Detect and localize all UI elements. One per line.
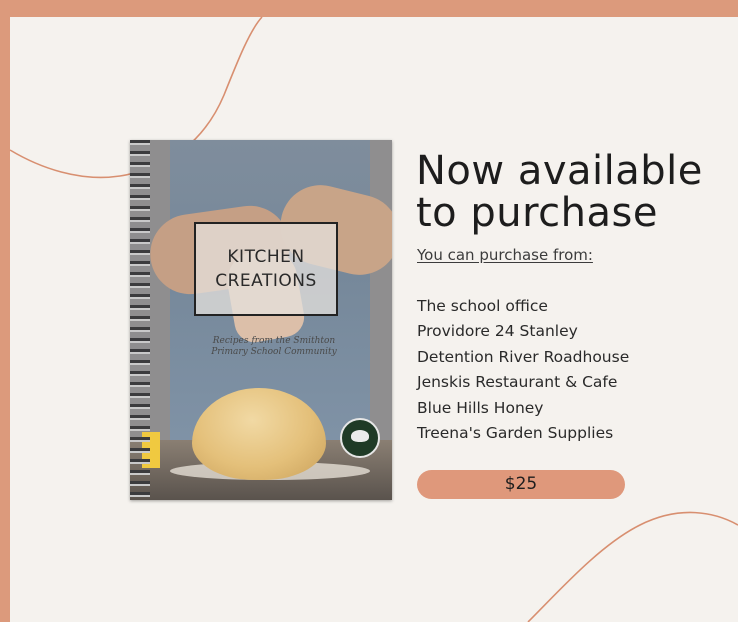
book-title-line2: CREATIONS (215, 271, 317, 291)
store-list: The school office Providore 24 Stanley D… (417, 294, 629, 446)
store-item: The school office (417, 297, 548, 315)
headline-line1: Now available (416, 148, 703, 194)
store-item: Providore 24 Stanley (417, 322, 578, 341)
store-item: Jenskis Restaurant & Cafe (417, 373, 618, 392)
price-badge: $25 (417, 470, 625, 499)
store-item: Blue Hills Honey (417, 398, 544, 417)
headline-line2: to purchase (416, 190, 658, 236)
headline: Now available to purchase (416, 150, 703, 234)
flyer: KITCHEN CREATIONS Recipes from the Smith… (0, 0, 738, 622)
store-item: Detention River Roadhouse (417, 347, 630, 366)
store-item: Treena's Garden Supplies (417, 424, 614, 443)
cookbook-cover-image: KITCHEN CREATIONS Recipes from the Smith… (130, 140, 392, 500)
book-subtitle: Recipes from the Smithton Primary School… (211, 336, 337, 357)
book-title-line1: KITCHEN (227, 247, 305, 267)
book-title-box: KITCHEN CREATIONS (194, 222, 338, 316)
school-logo-icon (340, 418, 380, 458)
purchase-from-label: You can purchase from: (417, 246, 593, 264)
spiral-binding (130, 140, 150, 500)
